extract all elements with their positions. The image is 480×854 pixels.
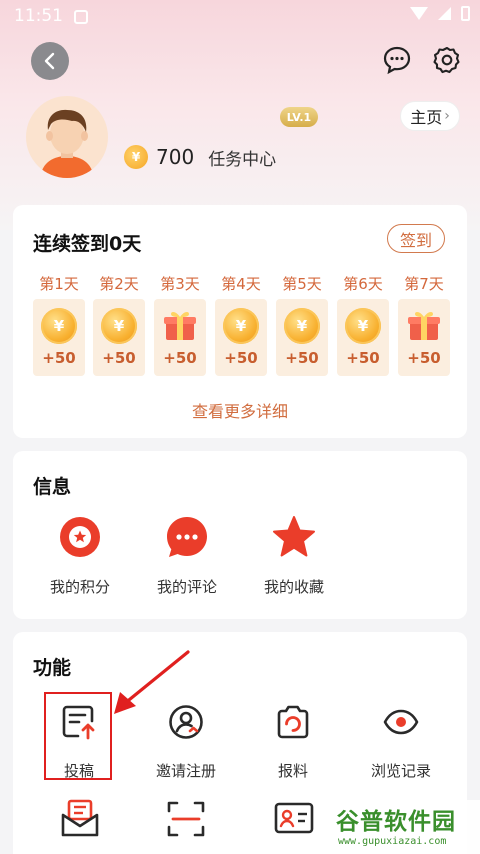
- checkin-day-points: +50: [224, 349, 258, 367]
- invite-register-label: 邀请注册: [155, 762, 216, 780]
- my-comments-item[interactable]: 我的评论: [137, 516, 237, 597]
- avatar-illustration: [40, 109, 94, 178]
- my-points-label: 我的积分: [49, 578, 110, 596]
- browse-history-label: 浏览记录: [370, 762, 431, 780]
- annotation-arrow-icon: [114, 650, 190, 714]
- id-card-icon[interactable]: [274, 802, 314, 834]
- coin-count: 700: [156, 145, 195, 169]
- checkin-button[interactable]: 签到: [387, 224, 445, 253]
- coin-icon: ¥: [101, 308, 137, 344]
- checkin-day-label: 第1天: [39, 275, 79, 293]
- signal-icon: [438, 7, 451, 20]
- coin-row: ¥ 700 任务中心: [124, 144, 276, 170]
- coin-icon: ¥: [124, 145, 148, 169]
- checkin-day-tile: ¥ +50: [33, 299, 85, 376]
- message-icon[interactable]: [382, 45, 412, 75]
- camera-icon: [277, 705, 309, 739]
- browse-history-item[interactable]: 浏览记录: [346, 704, 456, 781]
- eye-icon: [383, 709, 419, 735]
- checkin-day-label: 第5天: [282, 275, 322, 293]
- info-title: 信息: [33, 476, 72, 498]
- checkin-day-points: +50: [346, 349, 380, 367]
- checkin-day-label: 第6天: [343, 275, 383, 293]
- gift-icon: [408, 312, 440, 340]
- watermark-title: 谷普软件园: [336, 809, 456, 835]
- comment-icon: [167, 517, 207, 557]
- my-favorites-item[interactable]: 我的收藏: [244, 516, 344, 597]
- report-item[interactable]: 报料: [238, 704, 348, 781]
- home-button-label: 主页: [410, 108, 443, 127]
- checkin-day-label: 第4天: [221, 275, 261, 293]
- checkin-day-points: +50: [407, 349, 441, 367]
- my-points-item[interactable]: 我的积分: [30, 516, 130, 597]
- chevron-right-icon: ›: [444, 108, 450, 124]
- checkin-day-points: +50: [163, 349, 197, 367]
- checkin-day-points: +50: [42, 349, 76, 367]
- checkin-day-tile: ¥ +50: [215, 299, 267, 376]
- scan-icon[interactable]: [167, 801, 205, 837]
- avatar[interactable]: [26, 96, 108, 178]
- checkin-day-label: 第2天: [99, 275, 139, 293]
- highlight-annotation: [44, 692, 112, 780]
- battery-icon: [461, 6, 470, 21]
- checkin-day-label: 第3天: [160, 275, 200, 293]
- coin-icon: ¥: [345, 308, 381, 344]
- coin-icon: ¥: [223, 308, 259, 344]
- coin-icon: ¥: [41, 308, 77, 344]
- gift-icon: [164, 312, 196, 340]
- status-time: 11:51: [14, 6, 63, 26]
- star-icon: [273, 516, 315, 557]
- my-comments-label: 我的评论: [156, 578, 217, 596]
- checkin-day-tile: +50: [154, 299, 206, 376]
- checkin-day-tile: ¥ +50: [276, 299, 328, 376]
- mail-icon[interactable]: [61, 799, 99, 839]
- checkin-day-label: 第7天: [404, 275, 444, 293]
- coin-icon: ¥: [284, 308, 320, 344]
- notification-icon: [74, 10, 88, 24]
- settings-icon[interactable]: [432, 45, 462, 75]
- status-bar: 11:51: [0, 0, 480, 34]
- checkin-day-tile: ¥ +50: [93, 299, 145, 376]
- my-favorites-label: 我的收藏: [263, 578, 324, 596]
- checkin-title: 连续签到0天: [33, 233, 142, 255]
- watermark-url: www.gupuxiazai.com: [338, 836, 447, 847]
- more-details-link[interactable]: 查看更多详细: [0, 398, 480, 422]
- checkin-day-points: +50: [285, 349, 319, 367]
- report-label: 报料: [277, 762, 308, 780]
- checkin-day-tile: ¥ +50: [337, 299, 389, 376]
- task-center-link[interactable]: 任务中心: [208, 145, 276, 170]
- wifi-icon: [410, 7, 428, 20]
- level-badge: LV.1: [280, 107, 318, 127]
- checkin-day-points: +50: [102, 349, 136, 367]
- watermark: 谷普软件园 www.gupuxiazai.com: [330, 800, 480, 854]
- chevron-left-icon: [44, 52, 55, 70]
- points-icon: [60, 517, 100, 557]
- back-button[interactable]: [31, 42, 69, 80]
- home-button[interactable]: 主页 ›: [400, 101, 460, 131]
- checkin-day-tile: +50: [398, 299, 450, 376]
- functions-title: 功能: [33, 657, 72, 679]
